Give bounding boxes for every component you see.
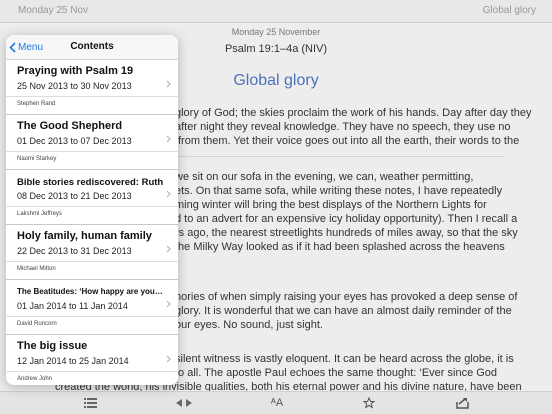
contents-item[interactable]: The big issue 12 Jan 2014 to 25 Jan 2014…: [6, 335, 178, 385]
chevron-right-icon: [166, 80, 171, 88]
top-bar: Monday 25 Nov Global glory: [0, 0, 552, 23]
body-line: rs ago, the nearest streetlights hundred…: [175, 227, 518, 239]
body-line: our eyes. No sound, just sight.: [175, 319, 323, 331]
prev-next-icon[interactable]: [173, 394, 195, 412]
font-size-button[interactable]: ᴬA: [266, 394, 288, 412]
body-line: glory. It is wonderful that we can have …: [175, 305, 512, 317]
divider: [6, 96, 178, 97]
divider: [6, 261, 178, 262]
item-author: David Runcorn: [17, 321, 57, 327]
body-line: to all. The apostle Paul echoes the same…: [175, 367, 498, 379]
body-line: nories of when simply raising your eyes …: [175, 291, 518, 303]
chevron-right-icon: [166, 135, 171, 143]
header-title: Global glory: [482, 5, 536, 16]
item-title: Holy family, human family: [17, 230, 152, 242]
body-line: the Milky Way looked as if it had been s…: [175, 241, 505, 253]
item-title: Praying with Psalm 19: [17, 65, 134, 77]
item-author: Naomi Starkey: [17, 156, 57, 162]
item-title: The Beatitudes: ‘How happy are you…: [17, 287, 163, 296]
star-icon[interactable]: [359, 394, 379, 412]
item-dates: 08 Dec 2013 to 21 Dec 2013: [17, 191, 132, 201]
passage-line: after night they reveal knowledge. They …: [175, 121, 511, 133]
item-title: The Good Shepherd: [17, 120, 123, 132]
item-title: Bible stories rediscovered: Ruth: [17, 177, 164, 188]
contents-list: Praying with Psalm 19 25 Nov 2013 to 30 …: [6, 60, 178, 385]
contents-item[interactable]: Holy family, human family 22 Dec 2013 to…: [6, 225, 178, 280]
item-dates: 01 Jan 2014 to 11 Jan 2014: [17, 301, 128, 311]
contents-item[interactable]: The Beatitudes: ‘How happy are you… 01 J…: [6, 280, 178, 335]
bottom-toolbar: ᴬA: [0, 391, 552, 414]
item-author: Lakshmi Jeffreys: [17, 211, 62, 217]
item-dates: 01 Dec 2013 to 07 Dec 2013: [17, 136, 132, 146]
contents-popover: Menu Contents Praying with Psalm 19 25 N…: [6, 35, 178, 385]
divider: [6, 151, 178, 152]
body-line: silent witness is vastly eloquent. It ca…: [175, 353, 514, 365]
item-dates: 25 Nov 2013 to 30 Nov 2013: [17, 81, 132, 91]
divider: [6, 206, 178, 207]
popover-title: Contents: [70, 41, 114, 52]
header-date: Monday 25 Nov: [18, 5, 89, 16]
contents-item[interactable]: Bible stories rediscovered: Ruth 08 Dec …: [6, 170, 178, 225]
chevron-right-icon: [166, 300, 171, 308]
divider: [6, 371, 178, 372]
item-dates: 12 Jan 2014 to 25 Jan 2014: [17, 356, 129, 366]
passage-line: from them. Yet their voice goes out into…: [178, 135, 520, 147]
body-line: ming winter will bring the best displays…: [175, 199, 487, 211]
body-line: ets. On that same sofa, while writing th…: [175, 185, 503, 197]
item-author: Michael Mitton: [17, 266, 56, 272]
chevron-right-icon: [166, 245, 171, 253]
chevron-right-icon: [166, 355, 171, 363]
body-line: d to an advert for an expensive icy holi…: [175, 213, 518, 225]
body-line: we sit on our sofa in the evening, we ca…: [175, 171, 474, 183]
item-dates: 22 Dec 2013 to 31 Dec 2013: [17, 246, 132, 256]
contents-item[interactable]: The Good Shepherd 01 Dec 2013 to 07 Dec …: [6, 115, 178, 170]
popover-header: Menu Contents: [6, 35, 178, 60]
item-author: Andrew John: [17, 376, 53, 382]
contents-item[interactable]: Praying with Psalm 19 25 Nov 2013 to 30 …: [6, 60, 178, 115]
divider: [6, 316, 178, 317]
share-icon[interactable]: [452, 394, 472, 412]
list-icon[interactable]: [80, 394, 100, 412]
item-title: The big issue: [17, 340, 88, 352]
passage-line: glory of God; the skies proclaim the wor…: [175, 107, 532, 119]
chevron-right-icon: [166, 190, 171, 198]
item-author: Stephen Rand: [17, 101, 56, 107]
